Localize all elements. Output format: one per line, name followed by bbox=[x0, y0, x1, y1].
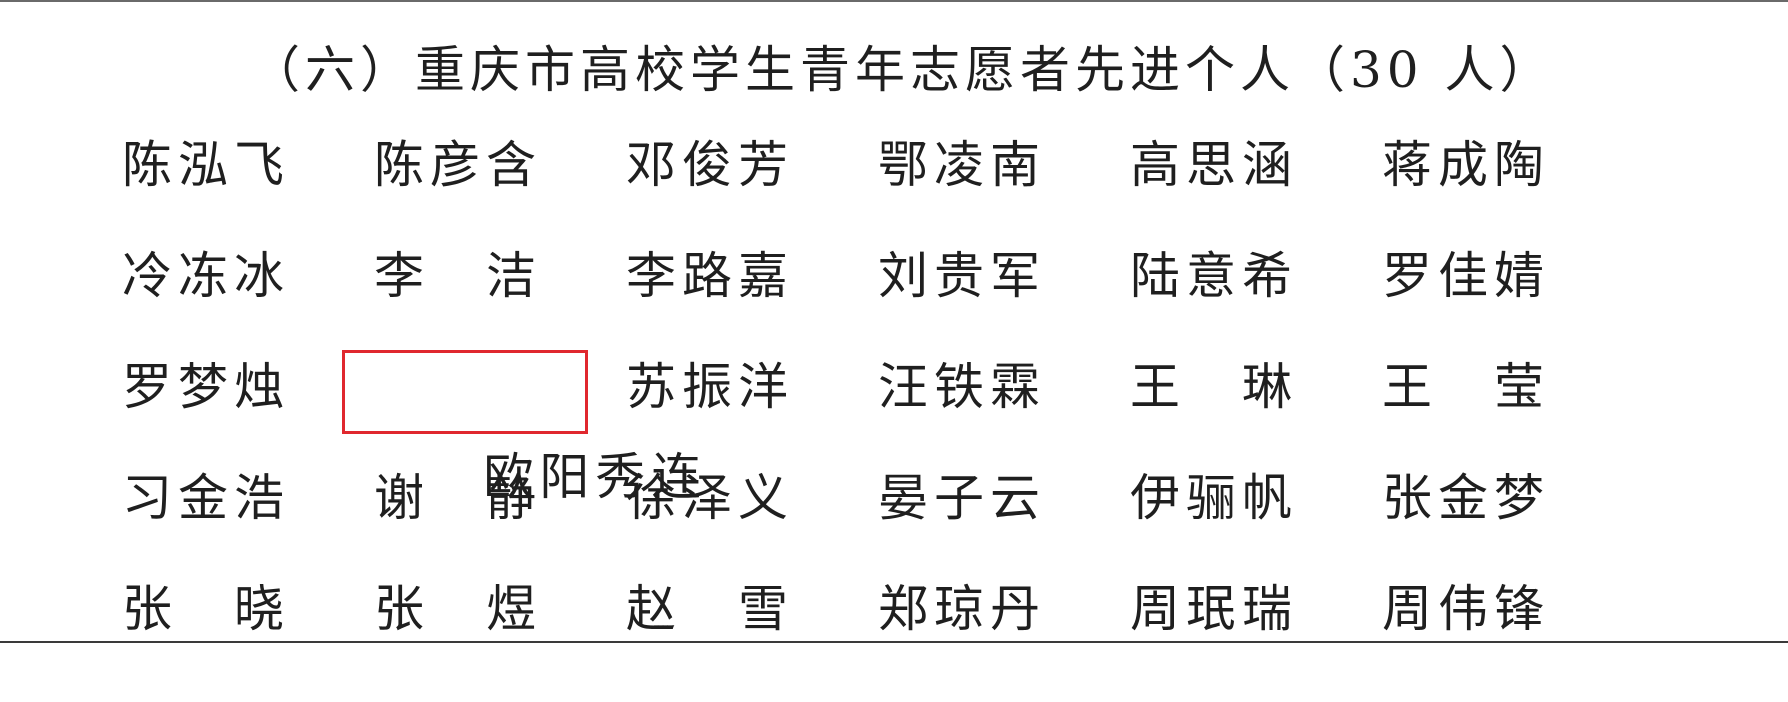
name-cell: 陈彦含 bbox=[374, 136, 542, 194]
name-cell: 伊骊帆 bbox=[1130, 469, 1298, 527]
name-cell: 晏子云 bbox=[878, 469, 1046, 527]
name-cell: 王 莹 bbox=[1382, 358, 1550, 416]
name-cell: 刘贵军 bbox=[878, 247, 1046, 305]
highlight-box bbox=[342, 350, 588, 434]
name-cell: 习金浩 bbox=[122, 469, 290, 527]
name-cell: 郑琼丹 bbox=[878, 580, 1046, 638]
name-cell: 徐泽义 bbox=[626, 469, 794, 527]
name-cell: 李路嘉 bbox=[626, 247, 794, 305]
name-cell: 高思涵 bbox=[1130, 136, 1298, 194]
document-frame: （六）重庆市高校学生青年志愿者先进个人（30 人） 陈泓飞 陈彦含 邓俊芳 鄂凌… bbox=[0, 0, 1788, 643]
name-cell: 赵 雪 bbox=[626, 580, 794, 638]
name-cell: 王 琳 bbox=[1130, 358, 1298, 416]
name-cell: 罗梦烛 bbox=[122, 358, 290, 416]
name-cell: 汪铁霖 bbox=[878, 358, 1046, 416]
name-cell: 陆意希 bbox=[1130, 247, 1298, 305]
name-cell: 陈泓飞 bbox=[122, 136, 290, 194]
name-list: 陈泓飞 陈彦含 邓俊芳 鄂凌南 高思涵 蒋成陶 冷冻冰 李 洁 李路嘉 刘贵军 … bbox=[120, 120, 1632, 675]
name-cell: 苏振洋 bbox=[626, 358, 794, 416]
name-cell: 罗佳婧 bbox=[1382, 247, 1550, 305]
name-cell: 冷冻冰 bbox=[122, 247, 290, 305]
name-cell: 周珉瑞 bbox=[1130, 580, 1298, 638]
name-cell: 张金梦 bbox=[1382, 469, 1550, 527]
name-cell: 鄂凌南 bbox=[878, 136, 1046, 194]
name-cell: 李 洁 bbox=[374, 247, 542, 305]
name-cell: 张 晓 bbox=[122, 580, 290, 638]
name-cell: 张 煜 bbox=[374, 580, 542, 638]
name-cell: 邓俊芳 bbox=[626, 136, 794, 194]
section-heading: （六）重庆市高校学生青年志愿者先进个人（30 人） bbox=[250, 41, 1555, 99]
name-cell: 周伟锋 bbox=[1382, 580, 1550, 638]
name-cell: 谢 静 bbox=[374, 469, 542, 527]
name-cell: 蒋成陶 bbox=[1382, 136, 1550, 194]
highlighted-name-cell: 欧阳秀连 bbox=[342, 342, 701, 506]
